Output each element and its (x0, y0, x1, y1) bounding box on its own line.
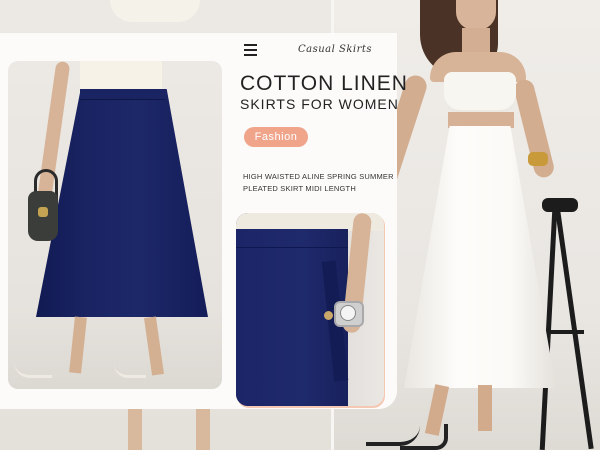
fashion-badge: Fashion (244, 127, 308, 147)
white-sandal (14, 361, 52, 378)
gold-bracelet (528, 152, 548, 166)
stool-footrest (548, 330, 584, 334)
page-title: COTTON LINEN (240, 72, 408, 95)
skirt-waistband (80, 89, 166, 100)
background-top-garment (110, 0, 200, 22)
white-crop-top (444, 72, 516, 114)
description-line: PLEATED SKIRT MIDI LENGTH (243, 184, 356, 193)
model-leg (478, 385, 492, 431)
white-sandal (114, 361, 146, 378)
watch-face (340, 305, 356, 321)
background-leg (196, 405, 210, 450)
model-midriff (448, 112, 514, 128)
product-description: HIGH WAISTED ALINE SPRING SUMMER PLEATED… (243, 171, 403, 195)
brand-label: Casual Skirts (298, 44, 373, 55)
handbag-clasp (38, 207, 48, 217)
black-heel-sandal (400, 424, 448, 450)
navy-skirt-photo (8, 61, 222, 389)
pocket-detail-photo (236, 213, 384, 406)
waistband-seam (236, 247, 348, 248)
model-leg (144, 316, 164, 376)
hamburger-menu-icon[interactable] (244, 44, 257, 56)
page-subtitle: SKIRTS FOR WOMEN (240, 96, 399, 112)
model-leg (69, 316, 87, 374)
skirt-button (324, 311, 333, 320)
description-line: HIGH WAISTED ALINE SPRING SUMMER (243, 172, 394, 181)
background-leg (128, 405, 142, 450)
stool-seat (542, 198, 578, 212)
